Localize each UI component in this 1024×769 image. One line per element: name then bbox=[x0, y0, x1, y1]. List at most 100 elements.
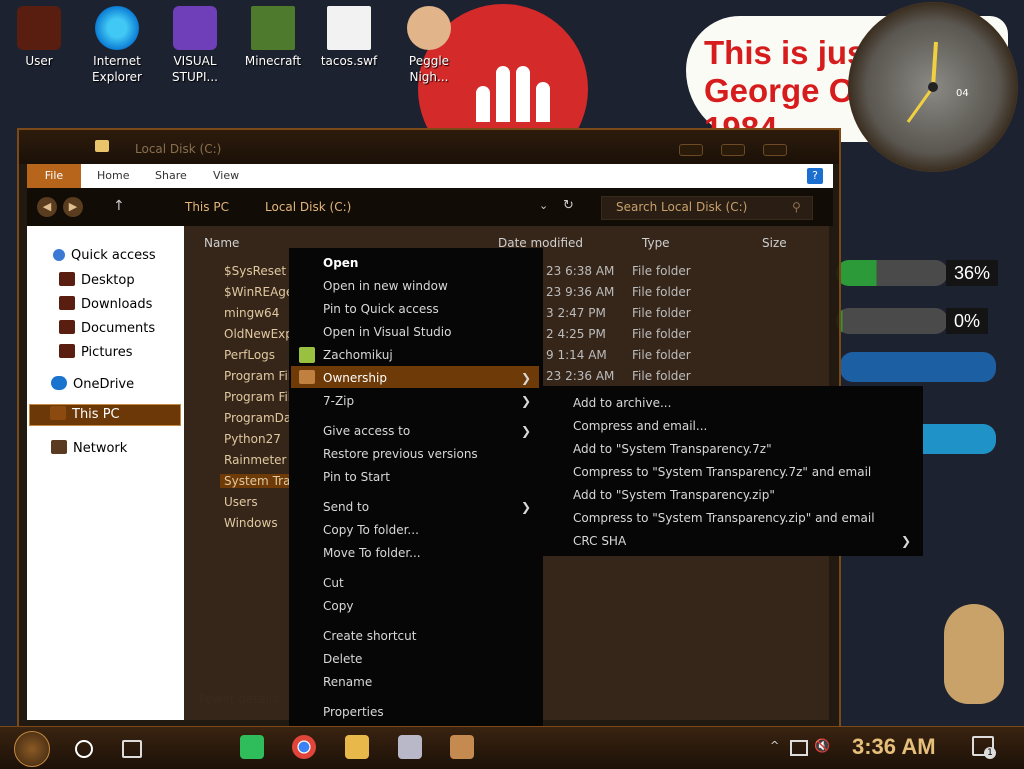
file-row-type: File folder bbox=[632, 369, 691, 383]
submenu-item-compress-7z-email[interactable]: Compress to "System Transparency.7z" and… bbox=[573, 465, 871, 479]
tab-home[interactable]: Home bbox=[97, 169, 129, 182]
file-row-name[interactable]: mingw64 bbox=[224, 306, 279, 320]
file-row-name[interactable]: $SysReset bbox=[224, 264, 286, 278]
menu-item-create-shortcut[interactable]: Create shortcut bbox=[323, 629, 416, 643]
file-explorer-icon[interactable] bbox=[345, 735, 369, 759]
file-row-name-selected[interactable]: System Tra bbox=[220, 474, 295, 488]
context-menu: Open Open in new window Pin to Quick acc… bbox=[289, 248, 543, 726]
up-arrow-icon[interactable]: ↑ bbox=[113, 198, 125, 214]
start-button[interactable] bbox=[14, 731, 50, 767]
desktop-icon-label: tacos.swf bbox=[320, 54, 378, 68]
help-icon[interactable]: ? bbox=[807, 168, 823, 184]
search-input[interactable]: Search Local Disk (C:) ⚲ bbox=[601, 196, 813, 220]
submenu-item-crc-sha[interactable]: CRC SHA bbox=[573, 534, 626, 548]
tab-view[interactable]: View bbox=[213, 169, 239, 182]
desktop-icon-tacos[interactable]: tacos.swf bbox=[312, 6, 386, 69]
visual-studio-icon bbox=[173, 6, 217, 50]
nav-pictures[interactable]: Pictures bbox=[59, 344, 132, 360]
file-row-date: 23 2:36 AM bbox=[546, 369, 615, 383]
nav-label: Pictures bbox=[81, 345, 133, 360]
column-header-name[interactable]: Name bbox=[204, 236, 239, 250]
nav-onedrive[interactable]: OneDrive bbox=[51, 376, 134, 392]
nav-downloads[interactable]: Downloads bbox=[59, 296, 152, 312]
menu-item-ownership[interactable]: Ownership bbox=[323, 371, 387, 385]
window-title: Local Disk (C:) bbox=[135, 142, 222, 156]
desktop-icon-internet-explorer[interactable]: Internet Explorer bbox=[80, 6, 154, 85]
menu-item-open[interactable]: Open bbox=[323, 256, 358, 270]
photos-app-icon[interactable] bbox=[398, 735, 422, 759]
menu-item-move-to-folder[interactable]: Move To folder... bbox=[323, 546, 421, 560]
file-row-name[interactable]: Python27 bbox=[224, 432, 281, 446]
nav-label: This PC bbox=[72, 407, 120, 422]
nav-network[interactable]: Network bbox=[51, 440, 127, 456]
forward-button[interactable]: ▶ bbox=[63, 197, 83, 217]
chrome-icon[interactable] bbox=[292, 735, 316, 759]
back-button[interactable]: ◀ bbox=[37, 197, 57, 217]
submenu-item-add-7z[interactable]: Add to "System Transparency.7z" bbox=[573, 442, 772, 456]
menu-item-restore-versions[interactable]: Restore previous versions bbox=[323, 447, 478, 461]
desktop-icon-peggle[interactable]: Peggle Nigh... bbox=[392, 6, 466, 85]
clock-time[interactable]: 3:36 AM bbox=[852, 734, 936, 760]
breadcrumb-this-pc[interactable]: This PC bbox=[185, 200, 229, 214]
minimize-button[interactable] bbox=[679, 144, 703, 156]
menu-item-open-new-window[interactable]: Open in new window bbox=[323, 279, 448, 293]
file-row-name[interactable]: OldNewExp bbox=[224, 327, 293, 341]
task-view-icon[interactable] bbox=[122, 740, 142, 758]
title-bar[interactable]: Local Disk (C:) bbox=[19, 130, 839, 164]
close-button[interactable] bbox=[763, 144, 787, 156]
refresh-icon[interactable]: ↻ bbox=[563, 198, 574, 213]
nav-documents[interactable]: Documents bbox=[59, 320, 155, 336]
menu-item-give-access[interactable]: Give access to bbox=[323, 424, 410, 438]
menu-item-open-visual-studio[interactable]: Open in Visual Studio bbox=[323, 325, 451, 339]
file-row-name[interactable]: Users bbox=[224, 495, 258, 509]
menu-item-pin-start[interactable]: Pin to Start bbox=[323, 470, 390, 484]
maximize-button[interactable] bbox=[721, 144, 745, 156]
seven-zip-submenu: Add to archive... Compress and email... … bbox=[539, 386, 923, 556]
column-header-size[interactable]: Size bbox=[762, 236, 787, 250]
menu-item-7zip[interactable]: 7-Zip bbox=[323, 394, 354, 408]
tab-file[interactable]: File bbox=[27, 164, 81, 188]
submenu-item-add-zip[interactable]: Add to "System Transparency.zip" bbox=[573, 488, 775, 502]
cortana-icon[interactable] bbox=[75, 740, 93, 758]
submenu-item-add-archive[interactable]: Add to archive... bbox=[573, 396, 671, 410]
nav-desktop[interactable]: Desktop bbox=[59, 272, 135, 288]
network-tray-icon[interactable] bbox=[790, 740, 808, 756]
file-row-name[interactable]: $WinREAge bbox=[224, 285, 293, 299]
nav-quick-access[interactable]: Quick access bbox=[53, 248, 156, 263]
menu-item-copy-to-folder[interactable]: Copy To folder... bbox=[323, 523, 419, 537]
menu-item-rename[interactable]: Rename bbox=[323, 675, 372, 689]
desktop-icon-label: Minecraft bbox=[244, 54, 302, 68]
desktop-icon-user[interactable]: User bbox=[2, 6, 76, 69]
fewer-details-link[interactable]: Fewer details bbox=[199, 692, 279, 706]
file-row-name[interactable]: Program File bbox=[224, 369, 299, 383]
nav-this-pc[interactable]: This PC bbox=[29, 404, 181, 426]
file-row-name[interactable]: Rainmeter bbox=[224, 453, 286, 467]
file-row-name[interactable]: Windows bbox=[224, 516, 278, 530]
chevron-down-icon[interactable]: ⌄ bbox=[539, 199, 548, 212]
desktop-icon-minecraft[interactable]: Minecraft bbox=[236, 6, 310, 69]
menu-item-zachomikuj[interactable]: Zachomikuj bbox=[323, 348, 393, 362]
menu-item-pin-quick-access[interactable]: Pin to Quick access bbox=[323, 302, 439, 316]
computer-icon bbox=[50, 406, 66, 420]
menu-item-delete[interactable]: Delete bbox=[323, 652, 362, 666]
column-header-type[interactable]: Type bbox=[642, 236, 670, 250]
tube-gauge-1 bbox=[840, 352, 996, 382]
submenu-item-compress-zip-email[interactable]: Compress to "System Transparency.zip" an… bbox=[573, 511, 875, 525]
breadcrumb-local-disk[interactable]: Local Disk (C:) bbox=[265, 200, 351, 214]
menu-item-copy[interactable]: Copy bbox=[323, 599, 353, 613]
menu-item-send-to[interactable]: Send to bbox=[323, 500, 369, 514]
messages-app-icon[interactable] bbox=[240, 735, 264, 759]
file-row-name[interactable]: PerfLogs bbox=[224, 348, 275, 362]
menu-item-cut[interactable]: Cut bbox=[323, 576, 344, 590]
game-app-icon[interactable] bbox=[450, 735, 474, 759]
volume-muted-icon[interactable]: 🔇 bbox=[814, 739, 830, 754]
file-row-name[interactable]: Program File bbox=[224, 390, 299, 404]
user-icon bbox=[17, 6, 61, 50]
folder-icon bbox=[59, 296, 75, 310]
tray-chevron-icon[interactable]: ^ bbox=[770, 739, 779, 752]
file-row-name[interactable]: ProgramDat bbox=[224, 411, 296, 425]
menu-item-properties[interactable]: Properties bbox=[323, 705, 384, 719]
tab-share[interactable]: Share bbox=[155, 169, 187, 182]
submenu-item-compress-email[interactable]: Compress and email... bbox=[573, 419, 707, 433]
desktop-icon-visual-studio[interactable]: VISUAL STUPI... bbox=[158, 6, 232, 85]
